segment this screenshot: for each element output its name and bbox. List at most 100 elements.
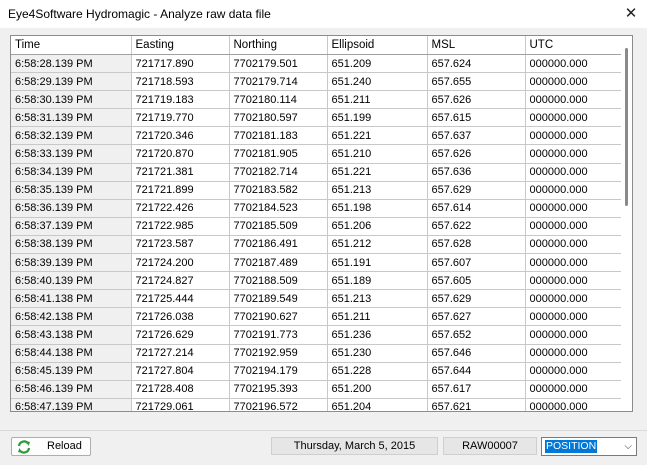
cell-utc: 000000.000: [525, 235, 624, 255]
vertical-scrollbar[interactable]: [621, 36, 632, 411]
title-bar: Eye4Software Hydromagic - Analyze raw da…: [0, 0, 647, 28]
cell-northing: 7702181.905: [229, 144, 328, 164]
cell-ellipsoid: 651.213: [327, 289, 428, 309]
table-row[interactable]: 6:58:46.139 PM 721728.408 7702195.393 651.2…: [11, 380, 624, 399]
cell-northing: 7702194.179: [229, 362, 328, 381]
chevron-down-icon: ⌵: [624, 441, 632, 452]
cell-time: 6:58:33.139 PM: [11, 144, 132, 164]
data-type-selected-value: POSITION: [545, 440, 598, 453]
table-row[interactable]: 6:58:39.139 PM 721724.200 7702187.489 651.1…: [11, 253, 624, 273]
window-title: Eye4Software Hydromagic - Analyze raw da…: [8, 7, 271, 21]
table-row[interactable]: 6:58:47.139 PM 721729.061 7702196.572 651.2…: [11, 398, 624, 411]
cell-utc: 000000.000: [525, 217, 624, 236]
cell-easting: 721724.200: [131, 253, 230, 273]
cell-ellipsoid: 651.221: [327, 163, 428, 182]
table-row[interactable]: 6:58:40.139 PM 721724.827 7702188.509 651.1…: [11, 271, 624, 291]
cell-msl: 657.636: [427, 163, 526, 182]
data-grid[interactable]: Time Easting Northing Ellipsoid MSL UTC 6:58:…: [10, 35, 633, 412]
table-row[interactable]: 6:58:42.138 PM 721726.038 7702190.627 651.2…: [11, 307, 624, 327]
table-row[interactable]: 6:58:36.139 PM 721722.426 7702184.523 651.1…: [11, 199, 624, 218]
cell-time: 6:58:44.138 PM: [11, 344, 132, 363]
cell-easting: 721718.593: [131, 72, 230, 92]
cell-northing: 7702180.597: [229, 108, 328, 128]
column-header-easting[interactable]: Easting: [131, 36, 230, 55]
reload-button[interactable]: Reload: [11, 437, 91, 456]
cell-northing: 7702181.183: [229, 126, 328, 146]
cell-northing: 7702180.114: [229, 90, 328, 110]
column-header-utc[interactable]: UTC: [525, 36, 624, 55]
cell-time: 6:58:29.139 PM: [11, 72, 132, 92]
cell-msl: 657.629: [427, 181, 526, 200]
cell-time: 6:58:41.138 PM: [11, 289, 132, 309]
cell-utc: 000000.000: [525, 54, 624, 74]
table-row[interactable]: 6:58:33.139 PM 721720.870 7702181.905 651.2…: [11, 144, 624, 164]
table-row[interactable]: 6:58:28.139 PM 721717.890 7702179.501 651.2…: [11, 54, 624, 74]
cell-easting: 721720.346: [131, 126, 230, 146]
cell-ellipsoid: 651.221: [327, 126, 428, 146]
cell-time: 6:58:34.139 PM: [11, 163, 132, 182]
cell-northing: 7702192.959: [229, 344, 328, 363]
cell-utc: 000000.000: [525, 344, 624, 363]
cell-time: 6:58:31.139 PM: [11, 108, 132, 128]
close-icon[interactable]: ✕: [621, 4, 641, 24]
table-row[interactable]: 6:58:44.138 PM 721727.214 7702192.959 651.2…: [11, 344, 624, 363]
data-type-select[interactable]: POSITION ⌵: [541, 437, 637, 456]
cell-northing: 7702184.523: [229, 199, 328, 218]
cell-msl: 657.646: [427, 344, 526, 363]
cell-time: 6:58:30.139 PM: [11, 90, 132, 110]
column-header-msl[interactable]: MSL: [427, 36, 526, 55]
cell-msl: 657.617: [427, 380, 526, 399]
cell-northing: 7702188.509: [229, 271, 328, 291]
cell-msl: 657.607: [427, 253, 526, 273]
column-header-ellipsoid[interactable]: Ellipsoid: [327, 36, 428, 55]
cell-easting: 721717.890: [131, 54, 230, 74]
cell-easting: 721719.183: [131, 90, 230, 110]
cell-utc: 000000.000: [525, 144, 624, 164]
table-row[interactable]: 6:58:29.139 PM 721718.593 7702179.714 651.2…: [11, 72, 624, 92]
cell-ellipsoid: 651.206: [327, 217, 428, 236]
cell-utc: 000000.000: [525, 163, 624, 182]
cell-northing: 7702189.549: [229, 289, 328, 309]
scrollbar-thumb[interactable]: [625, 48, 628, 206]
cell-time: 6:58:39.139 PM: [11, 253, 132, 273]
cell-time: 6:58:37.139 PM: [11, 217, 132, 236]
cell-ellipsoid: 651.198: [327, 199, 428, 218]
cell-msl: 657.624: [427, 54, 526, 74]
cell-utc: 000000.000: [525, 398, 624, 411]
cell-northing: 7702196.572: [229, 398, 328, 411]
cell-ellipsoid: 651.212: [327, 235, 428, 255]
cell-time: 6:58:38.139 PM: [11, 235, 132, 255]
cell-msl: 657.637: [427, 126, 526, 146]
cell-utc: 000000.000: [525, 108, 624, 128]
cell-utc: 000000.000: [525, 126, 624, 146]
cell-msl: 657.655: [427, 72, 526, 92]
table-row[interactable]: 6:58:30.139 PM 721719.183 7702180.114 651.2…: [11, 90, 624, 110]
table-row[interactable]: 6:58:37.139 PM 721722.985 7702185.509 651.2…: [11, 217, 624, 236]
table-row[interactable]: 6:58:34.139 PM 721721.381 7702182.714 651.2…: [11, 163, 624, 182]
cell-easting: 721721.899: [131, 181, 230, 200]
table-row[interactable]: 6:58:45.139 PM 721727.804 7702194.179 651.2…: [11, 362, 624, 381]
cell-msl: 657.622: [427, 217, 526, 236]
cell-ellipsoid: 651.211: [327, 307, 428, 327]
table-row[interactable]: 6:58:43.138 PM 721726.629 7702191.773 651.2…: [11, 325, 624, 345]
table-row[interactable]: 6:58:32.139 PM 721720.346 7702181.183 651.2…: [11, 126, 624, 146]
cell-utc: 000000.000: [525, 325, 624, 345]
cell-northing: 7702190.627: [229, 307, 328, 327]
cell-msl: 657.652: [427, 325, 526, 345]
cell-easting: 721726.629: [131, 325, 230, 345]
table-row[interactable]: 6:58:31.139 PM 721719.770 7702180.597 651.1…: [11, 108, 624, 128]
column-header-northing[interactable]: Northing: [229, 36, 328, 55]
table-row[interactable]: 6:58:35.139 PM 721721.899 7702183.582 651.2…: [11, 181, 624, 200]
cell-ellipsoid: 651.210: [327, 144, 428, 164]
cell-northing: 7702179.714: [229, 72, 328, 92]
cell-utc: 000000.000: [525, 72, 624, 92]
cell-ellipsoid: 651.209: [327, 54, 428, 74]
table-row[interactable]: 6:58:38.139 PM 721723.587 7702186.491 651.2…: [11, 235, 624, 255]
column-header-time[interactable]: Time: [11, 36, 132, 55]
cell-utc: 000000.000: [525, 199, 624, 218]
cell-easting: 721726.038: [131, 307, 230, 327]
table-row[interactable]: 6:58:41.138 PM 721725.444 7702189.549 651.2…: [11, 289, 624, 309]
cell-ellipsoid: 651.230: [327, 344, 428, 363]
reload-label: Reload: [47, 440, 82, 452]
cell-msl: 657.627: [427, 307, 526, 327]
